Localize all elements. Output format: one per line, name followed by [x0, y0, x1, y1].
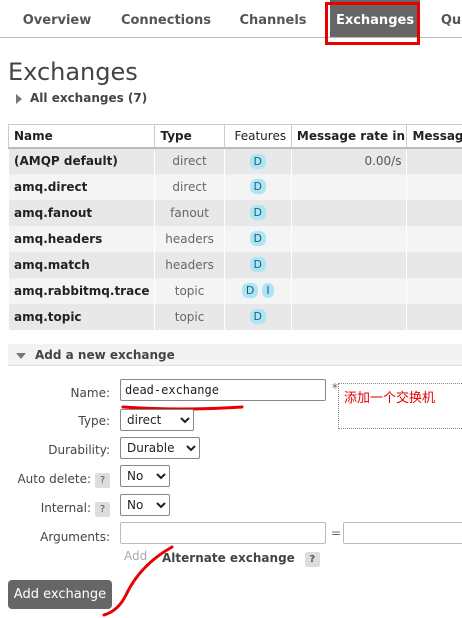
exchange-features: D — [223, 147, 292, 174]
collapse-triangle-icon — [16, 352, 26, 359]
exchange-type: fanout — [154, 199, 225, 226]
exchange-name[interactable]: amq.match — [7, 251, 156, 278]
exchange-type: direct — [154, 173, 225, 200]
exchange-features: DI — [223, 277, 292, 304]
exchange-type: direct — [154, 147, 225, 174]
exchange-name[interactable]: amq.fanout — [7, 199, 156, 226]
message-rate-out — [406, 277, 462, 304]
header-rate-out[interactable]: Message — [406, 124, 462, 149]
auto-delete-select[interactable]: No — [120, 465, 170, 487]
message-rate-in — [290, 173, 408, 200]
feature-badge: D — [249, 179, 267, 194]
message-rate-out — [406, 225, 462, 252]
durability-label: Durability: — [48, 443, 110, 457]
table-row[interactable]: amq.direct direct D — [7, 173, 462, 200]
all-exchanges-toggle[interactable]: All exchanges (7) — [16, 91, 147, 105]
add-exchange-section-header[interactable]: Add a new exchange — [8, 344, 462, 366]
internal-select[interactable]: No — [120, 494, 170, 516]
header-features[interactable]: Features — [223, 124, 292, 149]
header-rate-in[interactable]: Message rate in — [290, 124, 408, 149]
internal-text: Internal: — [40, 501, 91, 515]
add-exchange-button[interactable]: Add exchange — [8, 580, 112, 609]
message-rate-in — [290, 277, 408, 304]
arguments-label: Arguments: — [40, 530, 110, 544]
exchange-name[interactable]: (AMQP default) — [7, 147, 156, 174]
exchange-name[interactable]: amq.headers — [7, 225, 156, 252]
feature-badge: D — [249, 153, 267, 169]
page-title: Exchanges — [8, 58, 138, 86]
tab-connections[interactable]: Connections — [118, 0, 214, 37]
internal-label: Internal:? — [41, 501, 110, 517]
feature-badge: D — [241, 283, 259, 298]
exchange-name[interactable]: amq.direct — [7, 173, 156, 200]
feature-badge: D — [249, 309, 267, 324]
header-name[interactable]: Name — [7, 124, 156, 149]
all-exchanges-label: All exchanges (7) — [30, 91, 148, 105]
table-row[interactable]: amq.match headers D — [7, 251, 462, 278]
tab-overview[interactable]: Overview — [14, 0, 100, 37]
alternate-exchange-link[interactable]: Alternate exchange? — [162, 551, 320, 567]
tab-queues[interactable]: Qu — [436, 0, 462, 37]
exchanges-table: Name Type Features Message rate in Messa… — [7, 124, 462, 330]
table-header-row: Name Type Features Message rate in Messa… — [7, 124, 462, 149]
exchange-features: D — [223, 303, 292, 330]
header-type[interactable]: Type — [154, 124, 225, 149]
exchange-features: D — [223, 199, 292, 226]
feature-badge: D — [249, 231, 267, 246]
message-rate-out — [406, 147, 462, 174]
table-row[interactable]: amq.fanout fanout D — [7, 199, 462, 226]
tab-highlight-box — [325, 2, 420, 45]
exchange-features: D — [223, 225, 292, 252]
exchange-features: D — [223, 251, 292, 278]
auto-delete-text: Auto delete: — [17, 472, 91, 486]
message-rate-out — [406, 303, 462, 330]
feature-badge: D — [249, 205, 267, 220]
auto-delete-label: Auto delete:? — [17, 472, 110, 488]
message-rate-in — [290, 199, 408, 226]
message-rate-in: 0.00/s — [290, 147, 408, 174]
feature-badge: I — [262, 283, 274, 298]
table-row[interactable]: amq.rabbitmq.trace topic D I — [7, 277, 462, 304]
name-label: Name: — [70, 386, 110, 400]
table-row[interactable]: amq.headers headers D — [7, 225, 462, 252]
auto-delete-help-icon[interactable]: ? — [95, 473, 110, 488]
exchange-name[interactable]: amq.topic — [7, 303, 156, 330]
argument-key-input[interactable] — [120, 522, 326, 544]
add-exchange-section-title: Add a new exchange — [35, 348, 175, 362]
durability-select[interactable]: Durable — [120, 437, 200, 459]
argument-value-input[interactable] — [343, 522, 462, 544]
message-rate-in — [290, 225, 408, 252]
exchange-features: D — [223, 173, 292, 200]
message-rate-in — [290, 303, 408, 330]
feature-badge: D — [249, 257, 267, 272]
exchange-name[interactable]: amq.rabbitmq.trace — [7, 277, 156, 304]
exchange-type: headers — [154, 225, 225, 252]
message-rate-out — [406, 199, 462, 226]
internal-help-icon[interactable]: ? — [95, 502, 110, 517]
type-label: Type: — [78, 414, 110, 428]
message-rate-in — [290, 251, 408, 278]
alternate-exchange-help-icon[interactable]: ? — [304, 552, 320, 567]
table-row[interactable]: amq.topic topic D — [7, 303, 462, 330]
type-select[interactable]: direct — [120, 409, 194, 431]
annotation-text: 添加一个交换机 — [344, 391, 436, 406]
message-rate-out — [406, 173, 462, 200]
exchange-type: headers — [154, 251, 225, 278]
exchange-type: topic — [154, 303, 225, 330]
name-input[interactable] — [120, 379, 326, 401]
expand-triangle-icon — [16, 93, 22, 104]
exchange-type: topic — [154, 277, 225, 304]
message-rate-out — [406, 251, 462, 278]
tab-channels[interactable]: Channels — [232, 0, 314, 37]
table-row[interactable]: (AMQP default) direct D 0.00/s — [7, 147, 462, 174]
equals-sign: = — [331, 526, 342, 540]
